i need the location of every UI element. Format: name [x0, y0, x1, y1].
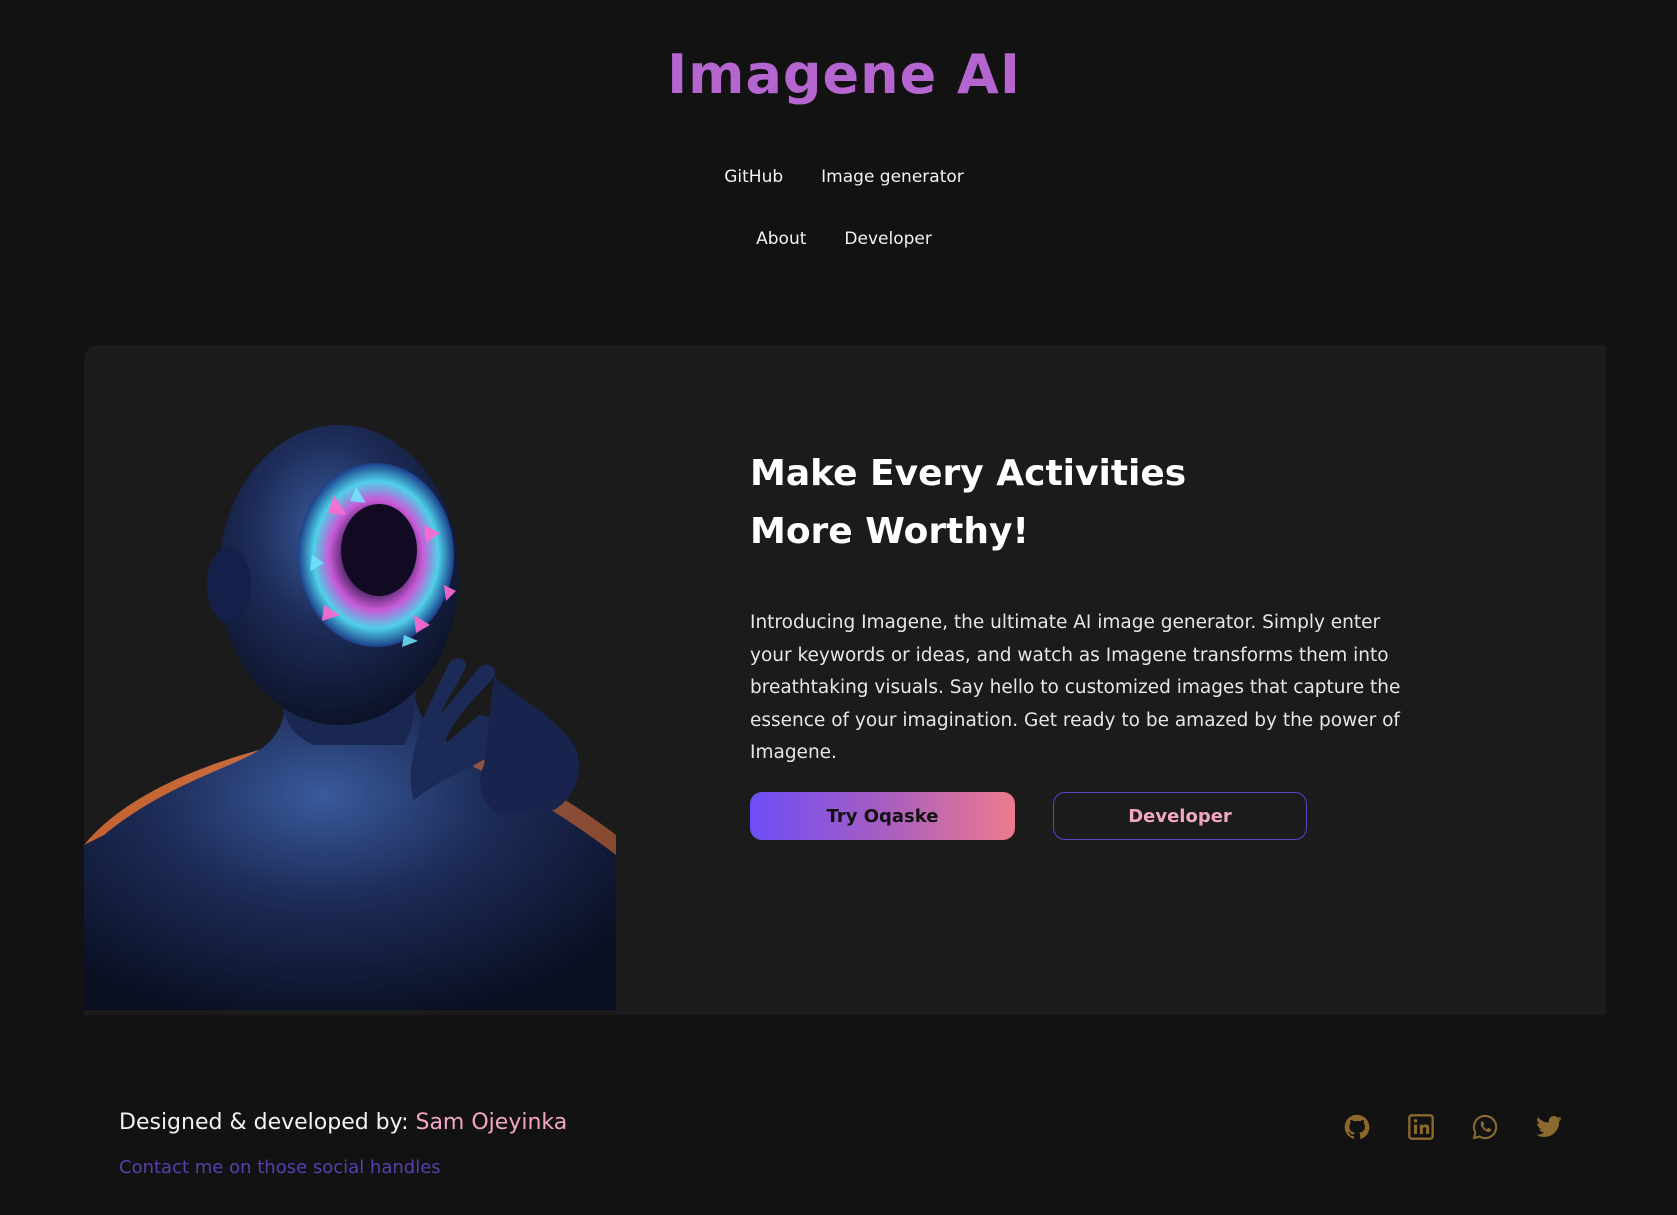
hero-card: Make Every Activities More Worthy! Intro… — [84, 345, 1606, 1015]
nav-link-developer[interactable]: Developer — [844, 227, 931, 251]
hero-title: Make Every Activities More Worthy! — [750, 453, 1187, 552]
hero-button-row: Try Oqaske Developer — [750, 792, 1307, 840]
hero-text-block: Make Every Activities More Worthy! Intro… — [750, 445, 1440, 840]
hero-description: Introducing Imagene, the ultimate AI ima… — [750, 612, 1401, 763]
try-button[interactable]: Try Oqaske — [750, 792, 1015, 840]
twitter-icon[interactable] — [1535, 1113, 1563, 1141]
footer-credit: Designed & developed by: Sam Ojeyinka — [119, 1108, 567, 1138]
github-icon[interactable] — [1343, 1113, 1371, 1141]
footer-contact-text: Contact me on those social handles — [119, 1157, 441, 1178]
hero-figure-image — [84, 415, 616, 1010]
brand-logo[interactable]: Imagene AI — [0, 38, 1677, 112]
nav-link-about[interactable]: About — [756, 227, 806, 251]
credit-prefix: Designed & developed by: — [119, 1110, 409, 1135]
credit-author[interactable]: Sam Ojeyinka — [415, 1110, 567, 1135]
nav-row-secondary: About Developer — [0, 227, 1677, 251]
nav-row-primary: GitHub Image generator — [0, 165, 1677, 189]
nav-link-github[interactable]: GitHub — [724, 165, 783, 189]
nav-link-image-generator[interactable]: Image generator — [821, 165, 964, 189]
social-links — [1343, 1113, 1563, 1141]
developer-button[interactable]: Developer — [1053, 792, 1307, 840]
whatsapp-icon[interactable] — [1471, 1113, 1499, 1141]
linkedin-icon[interactable] — [1407, 1113, 1435, 1141]
